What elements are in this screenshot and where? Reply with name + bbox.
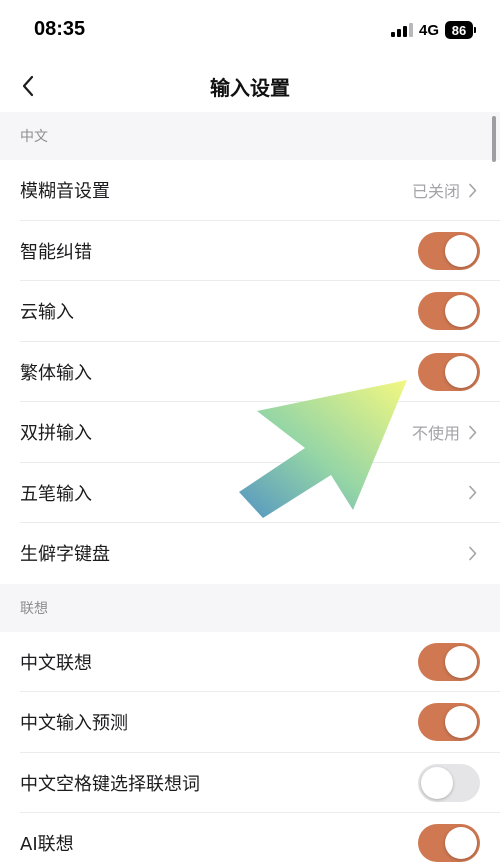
settings-row: 智能纠错 — [0, 220, 500, 281]
toggle-switch[interactable] — [418, 703, 480, 742]
battery-icon: 86 — [445, 21, 476, 39]
toggle-knob — [445, 645, 477, 678]
settings-row-value: 不使用 — [411, 424, 460, 444]
toggle-knob — [445, 706, 477, 739]
settings-row-label: 智能纠错 — [20, 241, 92, 263]
toggle-knob — [421, 766, 453, 799]
scrollbar[interactable] — [492, 116, 496, 162]
settings-row-label: AI联想 — [20, 834, 74, 856]
battery-level: 86 — [445, 21, 473, 39]
toggle-switch[interactable] — [418, 642, 480, 681]
status-indicators: 4G 86 — [390, 19, 476, 41]
settings-row-label: 繁体输入 — [20, 362, 92, 384]
status-time: 08:35 — [34, 18, 86, 40]
settings-row: 云输入 — [0, 281, 500, 342]
page-title: 输入设置 — [210, 76, 290, 100]
status-bar: 08:35 4G 86 — [0, 0, 500, 60]
toggle-knob — [445, 295, 477, 328]
section-header: 中文 — [0, 112, 500, 160]
settings-row: 中文输入预测 — [0, 692, 500, 753]
settings-row: 中文空格键选择联想词 — [0, 752, 500, 813]
chevron-right-icon — [468, 485, 478, 501]
settings-row-label: 中文输入预测 — [20, 713, 128, 735]
toggle-knob — [445, 234, 477, 267]
navigation-bar: 输入设置 — [0, 60, 500, 112]
settings-row-label: 中文空格键选择联想词 — [20, 773, 200, 795]
settings-row[interactable]: 五笔输入 — [0, 462, 500, 523]
toggle-knob — [445, 827, 477, 860]
settings-row: 繁体输入 — [0, 341, 500, 402]
cellular-signal-icon — [390, 23, 413, 37]
toggle-knob — [445, 355, 477, 388]
toggle-switch[interactable] — [418, 231, 480, 270]
settings-row-label: 生僻字键盘 — [20, 544, 110, 566]
settings-row[interactable]: 生僻字键盘 — [0, 523, 500, 584]
settings-row[interactable]: 双拼输入 不使用 — [0, 402, 500, 463]
settings-row: 中文联想 — [0, 631, 500, 692]
settings-row-label: 五笔输入 — [20, 483, 92, 505]
chevron-right-icon — [468, 182, 478, 198]
toggle-switch[interactable] — [418, 352, 480, 391]
network-type: 4G — [418, 21, 439, 39]
toggle-switch[interactable] — [418, 824, 480, 863]
settings-row-label: 模糊音设置 — [20, 181, 110, 203]
chevron-right-icon — [468, 545, 478, 561]
section-header: 联想 — [0, 583, 500, 632]
settings-row-value: 已关闭 — [411, 182, 460, 202]
settings-row-label: 中文联想 — [20, 652, 92, 674]
settings-row-label: 双拼输入 — [20, 423, 92, 445]
settings-row: AI联想 — [0, 813, 500, 865]
settings-row[interactable]: 模糊音设置 已关闭 — [0, 160, 500, 221]
toggle-switch[interactable] — [418, 763, 480, 802]
settings-row-label: 云输入 — [20, 302, 74, 324]
chevron-right-icon — [468, 424, 478, 440]
settings-list: 中文模糊音设置 已关闭智能纠错云输入繁体输入双拼输入 不使用五笔输入生僻字键盘联想中… — [0, 112, 500, 865]
toggle-switch[interactable] — [418, 292, 480, 331]
